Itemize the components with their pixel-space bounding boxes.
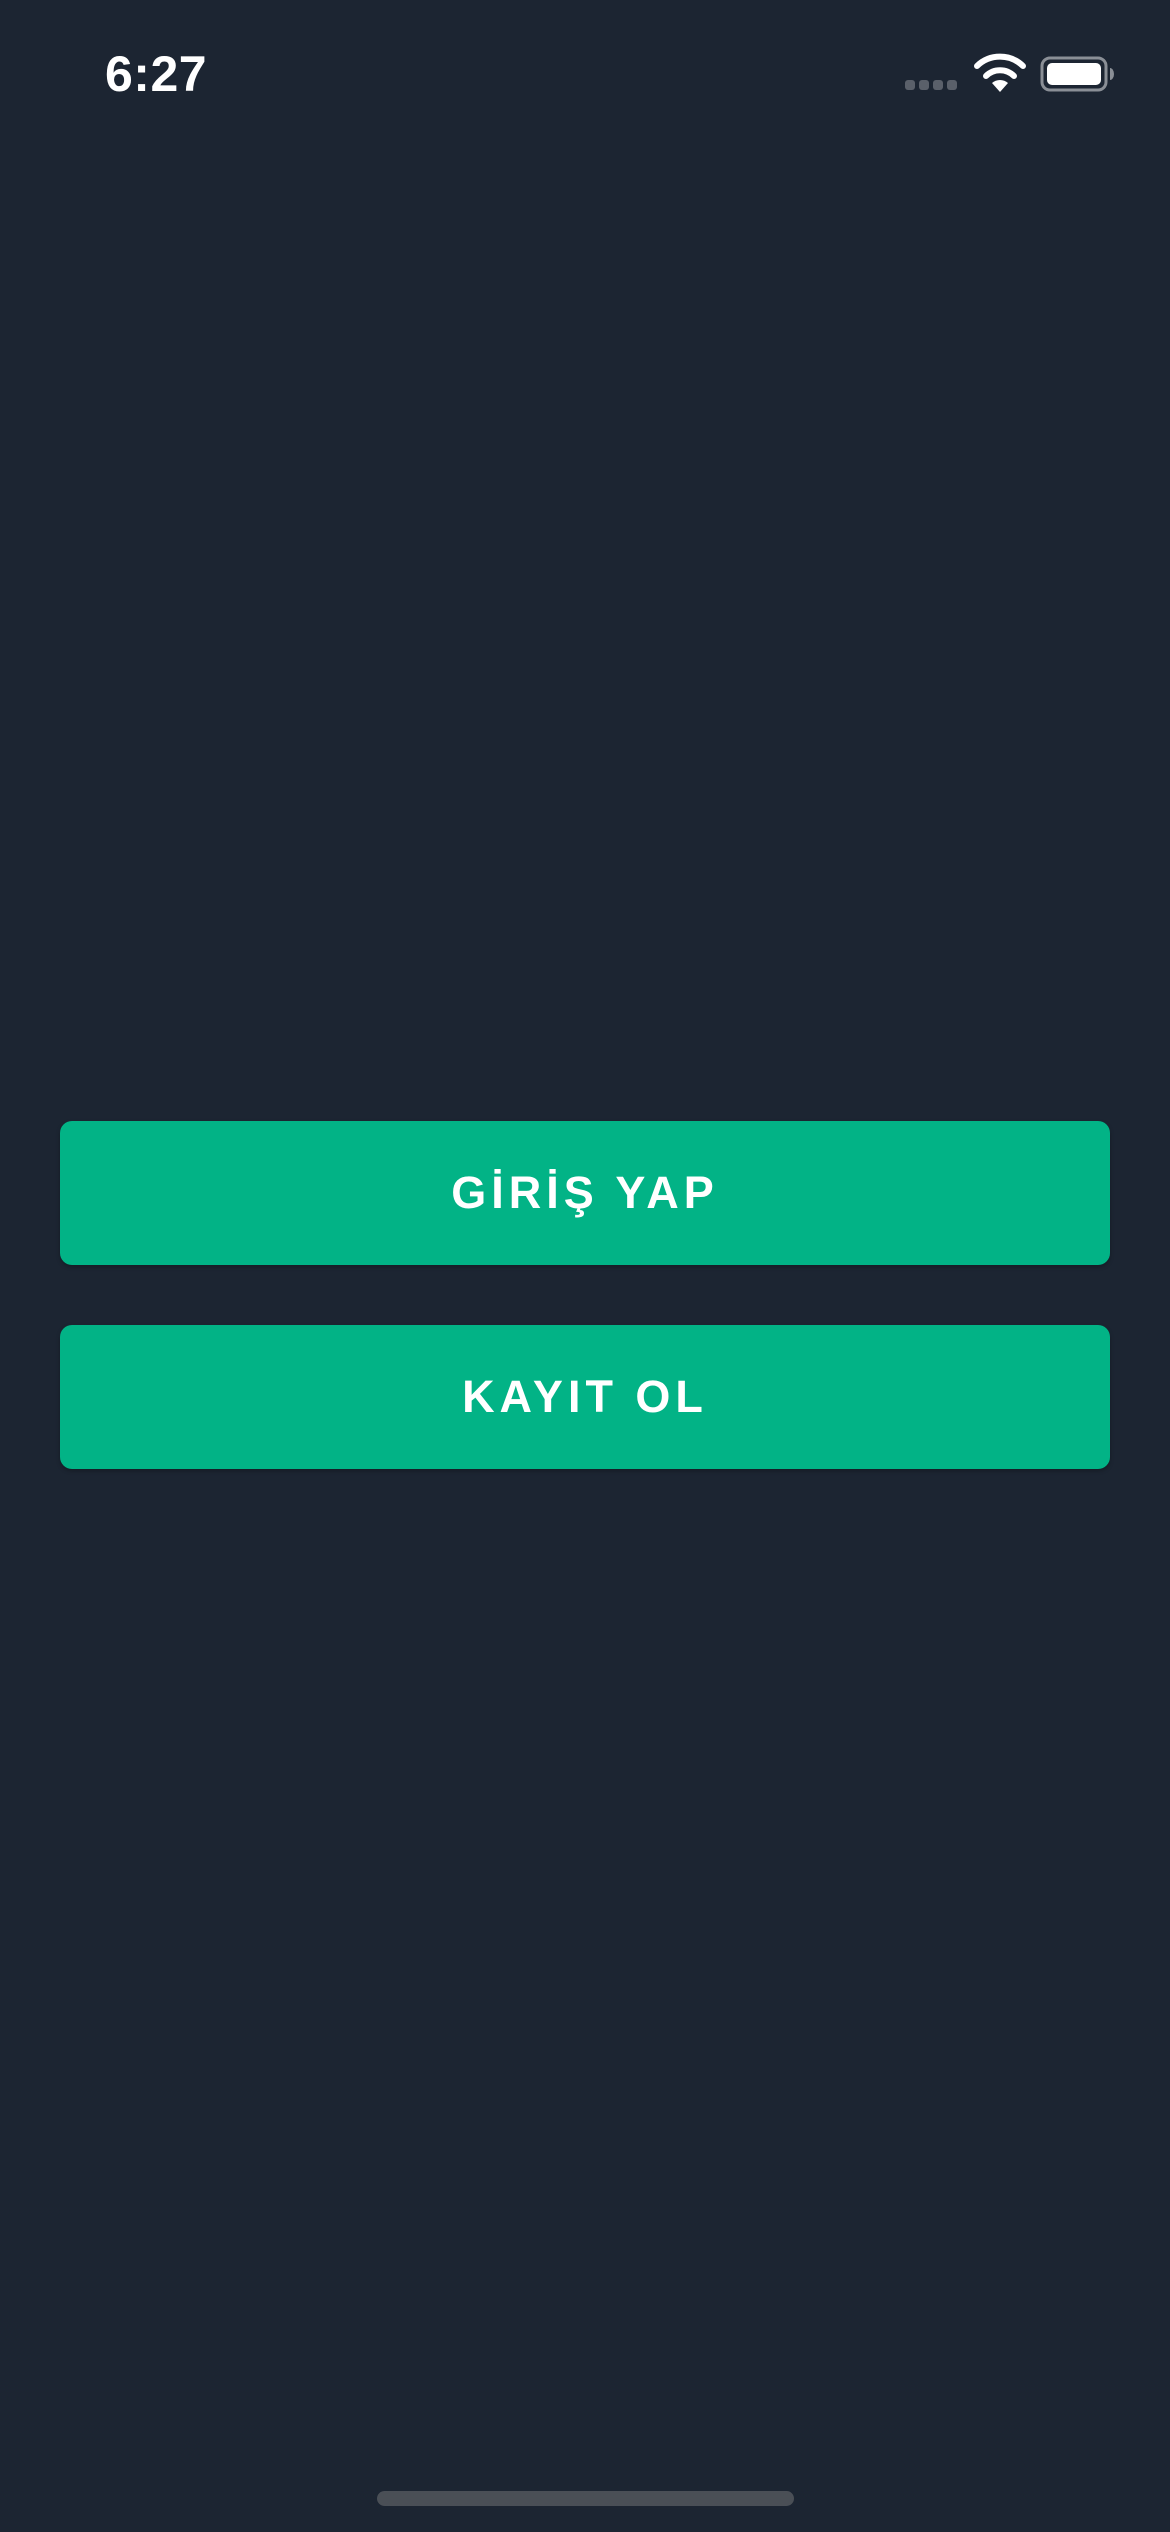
login-button[interactable]: GİRİŞ YAP (60, 1121, 1110, 1265)
register-button[interactable]: KAYIT OL (60, 1325, 1110, 1469)
battery-icon (1040, 56, 1114, 92)
home-indicator[interactable] (377, 2491, 794, 2506)
status-bar: 6:27 (0, 0, 1170, 150)
wifi-icon (974, 53, 1026, 92)
status-time: 6:27 (105, 46, 208, 102)
signal-icon (905, 80, 957, 90)
